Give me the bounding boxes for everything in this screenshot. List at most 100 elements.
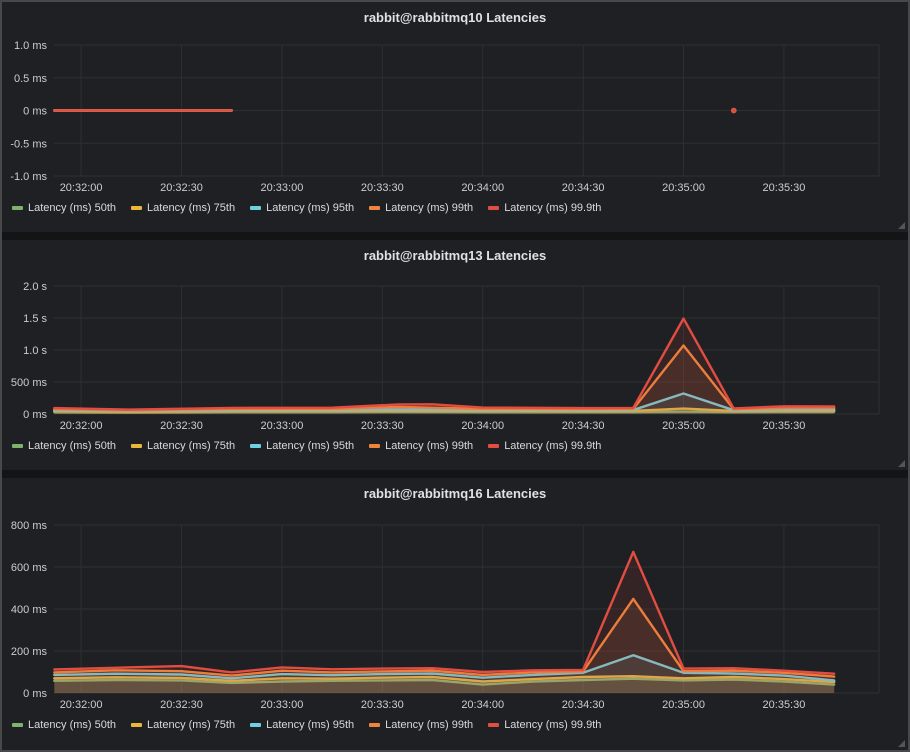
legend-item[interactable]: Latency (ms) 99.9th — [488, 202, 601, 214]
x-tick-label: 20:32:30 — [160, 182, 203, 194]
series-color-icon — [131, 723, 142, 727]
series-color-icon — [131, 444, 142, 448]
x-tick-label: 20:32:00 — [60, 420, 103, 432]
legend-label: Latency (ms) 99th — [385, 440, 473, 452]
y-tick-label: 1.0 s — [23, 345, 47, 357]
legend-label: Latency (ms) 99.9th — [504, 719, 601, 731]
legend-label: Latency (ms) 50th — [28, 719, 116, 731]
chart-canvas[interactable]: 2.0 s 1.5 s 1.0 s 500 ms 0 ms 20:32:00 20:32:3… — [2, 240, 908, 470]
x-tick-label: 20:32:00 — [60, 182, 103, 194]
panel-rabbitmq16-latencies: rabbit@rabbitmq16 Latencies 800 ms 600 ms… — [2, 478, 908, 750]
legend-label: Latency (ms) 95th — [266, 202, 354, 214]
x-tick-label: 20:32:30 — [160, 699, 203, 711]
x-tick-label: 20:33:00 — [261, 182, 304, 194]
y-tick-label: 0 ms — [23, 106, 47, 118]
y-tick-label: 0 ms — [23, 688, 47, 700]
x-tick-label: 20:33:30 — [361, 699, 404, 711]
legend-label: Latency (ms) 99.9th — [504, 202, 601, 214]
x-tick-label: 20:34:00 — [461, 182, 504, 194]
series-color-icon — [12, 444, 23, 448]
series-color-icon — [12, 206, 23, 210]
dashboard: rabbit@rabbitmq10 Latencies 1.0 ms 0.5 ms… — [0, 0, 910, 752]
resize-handle-icon[interactable] — [898, 740, 905, 747]
y-tick-label: 2.0 s — [23, 281, 47, 293]
series-color-icon — [488, 206, 499, 210]
legend-label: Latency (ms) 95th — [266, 440, 354, 452]
x-tick-label: 20:34:30 — [562, 699, 605, 711]
y-tick-label: 0 ms — [23, 409, 47, 421]
resize-handle-icon[interactable] — [898, 222, 905, 229]
chart-canvas[interactable]: 800 ms 600 ms 400 ms 200 ms 0 ms 20:32:00 20:3… — [2, 478, 908, 750]
series-color-icon — [488, 723, 499, 727]
x-tick-label: 20:35:00 — [662, 420, 705, 432]
x-tick-label: 20:35:30 — [763, 182, 806, 194]
panel-rabbitmq13-latencies: rabbit@rabbitmq13 Latencies 2.0 s 1.5 s 1.… — [2, 240, 908, 470]
legend-label: Latency (ms) 50th — [28, 202, 116, 214]
resize-handle-icon[interactable] — [898, 460, 905, 467]
panel-title[interactable]: rabbit@rabbitmq10 Latencies — [2, 10, 908, 25]
series-color-icon — [250, 723, 261, 727]
legend-label: Latency (ms) 75th — [147, 202, 235, 214]
x-tick-label: 20:33:00 — [261, 699, 304, 711]
series-color-icon — [250, 444, 261, 448]
y-tick-label: 200 ms — [11, 646, 48, 658]
legend-item[interactable]: Latency (ms) 50th — [12, 719, 116, 731]
series-color-icon — [369, 444, 380, 448]
series-area — [54, 319, 834, 414]
series-color-icon — [488, 444, 499, 448]
legend-label: Latency (ms) 50th — [28, 440, 116, 452]
x-tick-label: 20:35:30 — [763, 420, 806, 432]
legend-item[interactable]: Latency (ms) 99th — [369, 202, 473, 214]
legend-item[interactable]: Latency (ms) 99th — [369, 440, 473, 452]
legend-item[interactable]: Latency (ms) 95th — [250, 202, 354, 214]
x-tick-label: 20:33:00 — [261, 420, 304, 432]
chart-canvas[interactable]: 1.0 ms0.5 ms0 ms-0.5 ms-1.0 ms20:32:0020… — [2, 2, 908, 232]
legend-item[interactable]: Latency (ms) 50th — [12, 440, 116, 452]
legend: Latency (ms) 50th Latency (ms) 75th Latenc… — [12, 719, 601, 731]
y-tick-label: -1.0 ms — [10, 171, 47, 183]
x-tick-label: 20:34:00 — [461, 699, 504, 711]
series-color-icon — [12, 723, 23, 727]
legend-item[interactable]: Latency (ms) 99.9th — [488, 440, 601, 452]
panel-title[interactable]: rabbit@rabbitmq16 Latencies — [2, 486, 908, 501]
x-tick-label: 20:35:00 — [662, 699, 705, 711]
x-tick-label: 20:32:00 — [60, 699, 103, 711]
x-tick-label: 20:34:30 — [562, 420, 605, 432]
x-tick-label: 20:33:30 — [361, 182, 404, 194]
x-tick-label: 20:35:00 — [662, 182, 705, 194]
legend-label: Latency (ms) 95th — [266, 719, 354, 731]
x-tick-label: 20:34:30 — [562, 182, 605, 194]
y-tick-label: 400 ms — [11, 604, 48, 616]
legend-item[interactable]: Latency (ms) 50th — [12, 202, 116, 214]
legend-item[interactable]: Latency (ms) 75th — [131, 719, 235, 731]
y-tick-label: 500 ms — [11, 377, 48, 389]
legend-item[interactable]: Latency (ms) 95th — [250, 719, 354, 731]
y-tick-label: 1.5 s — [23, 313, 47, 325]
series-area — [54, 552, 834, 693]
legend-label: Latency (ms) 99th — [385, 719, 473, 731]
series-color-icon — [131, 206, 142, 210]
y-tick-label: 0.5 ms — [14, 73, 48, 85]
legend-item[interactable]: Latency (ms) 99.9th — [488, 719, 601, 731]
legend-label: Latency (ms) 99th — [385, 202, 473, 214]
legend-item[interactable]: Latency (ms) 99th — [369, 719, 473, 731]
legend: Latency (ms) 50th Latency (ms) 75th Latenc… — [12, 202, 601, 214]
series-color-icon — [369, 723, 380, 727]
panel-rabbitmq10-latencies: rabbit@rabbitmq10 Latencies 1.0 ms 0.5 ms… — [2, 2, 908, 232]
x-tick-label: 20:33:30 — [361, 420, 404, 432]
series-color-icon — [369, 206, 380, 210]
legend-label: Latency (ms) 75th — [147, 440, 235, 452]
legend-item[interactable]: Latency (ms) 95th — [250, 440, 354, 452]
panel-title[interactable]: rabbit@rabbitmq13 Latencies — [2, 248, 908, 263]
y-tick-label: 1.0 ms — [14, 40, 48, 52]
x-tick-label: 20:32:30 — [160, 420, 203, 432]
y-tick-label: 800 ms — [11, 520, 48, 532]
legend-item[interactable]: Latency (ms) 75th — [131, 440, 235, 452]
legend-item[interactable]: Latency (ms) 75th — [131, 202, 235, 214]
x-tick-label: 20:35:30 — [763, 699, 806, 711]
y-tick-label: 600 ms — [11, 562, 48, 574]
series-color-icon — [250, 206, 261, 210]
legend-label: Latency (ms) 75th — [147, 719, 235, 731]
series-line — [54, 599, 834, 677]
legend: Latency (ms) 50th Latency (ms) 75th Latenc… — [12, 440, 601, 452]
